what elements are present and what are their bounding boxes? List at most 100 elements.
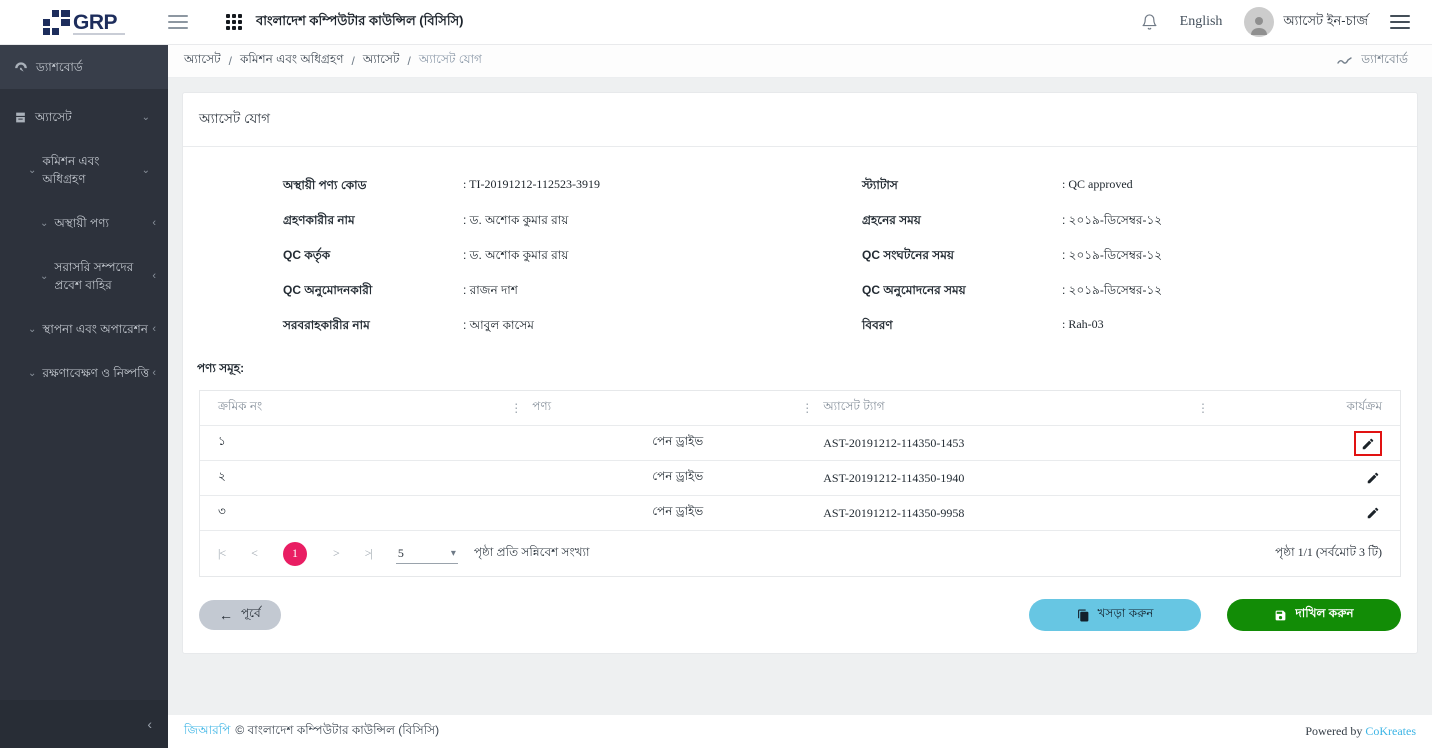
pagination-prev-button[interactable]: < (251, 546, 257, 561)
breadcrumb-separator: / (351, 54, 354, 68)
sidebar-item-maintenance-disposal[interactable]: ⌄ রক্ষণাবেক্ষণ ও নিষ্পত্তি ‹ (0, 351, 168, 395)
edit-pencil-icon[interactable] (1364, 469, 1382, 487)
table-row: ২ পেন ড্রাইভ AST-20191212-114350-1940 (200, 461, 1400, 496)
detail-value: : ২০১৯-ডিসেম্বর-১২ (1062, 247, 1162, 267)
product-cell: পেন ড্রাইভ (532, 503, 823, 523)
breadcrumb-item[interactable]: অ্যাসেট (184, 51, 221, 71)
user-menu[interactable]: অ্যাসেট ইন-চার্জ (1244, 7, 1368, 37)
sidebar-toggle-icon[interactable] (168, 15, 188, 29)
sidebar-item-label: সরাসরি সম্পদের প্রবেশ বাহির (54, 258, 152, 294)
table-row: ১ পেন ড্রাইভ AST-20191212-114350-1453 (200, 426, 1400, 461)
chevron-down-icon: ⌄ (40, 269, 48, 284)
serial-cell: ১ (218, 433, 226, 453)
main-area: অ্যাসেট / কমিশন এবং অধিগ্রহণ / অ্যাসেট /… (168, 45, 1432, 748)
breadcrumb-item[interactable]: অ্যাসেট (363, 51, 400, 71)
detail-value: : আবুল কাসেম (463, 317, 534, 337)
chevron-left-icon: ‹ (152, 268, 156, 285)
sidebar-item-label: অ্যাসেট (35, 108, 142, 126)
chevron-left-icon: ‹ (152, 365, 156, 382)
sidebar-item-commission-acquisition[interactable]: ⌄ কমিশন এবং অধিগ্রহণ ⌄ (0, 139, 168, 201)
language-switcher[interactable]: English (1180, 14, 1223, 30)
column-header: পণ্য (532, 398, 551, 418)
page-title: অ্যাসেট যোগ (183, 93, 1417, 147)
pagination-first-button[interactable]: |< (218, 546, 225, 561)
breadcrumb-separator: / (229, 54, 232, 68)
dashboard-link-label: ড্যাশবোর্ড (1361, 51, 1408, 71)
previous-button-label: পূর্বে (241, 605, 261, 625)
asset-tag-cell: AST-20191212-114350-1453 (823, 436, 1219, 451)
sidebar-item-label: কমিশন এবং অধিগ্রহণ (42, 152, 141, 188)
sidebar-item-asset[interactable]: অ্যাসেট ⌄ (0, 95, 168, 139)
table-row: ৩ পেন ড্রাইভ AST-20191212-114350-9958 (200, 496, 1400, 531)
back-arrow-icon: ← (219, 607, 233, 623)
pagination-summary: পৃষ্ঠা 1/1 (সর্বমোট 3 টি) (1275, 544, 1382, 564)
sidebar-item-label: ড্যাশবোর্ড (36, 58, 156, 76)
detail-label: গ্রহনের সময় (862, 212, 1062, 232)
sidebar-item-temporary-goods[interactable]: ⌄ অস্থায়ী পণ্য ‹ (0, 201, 168, 245)
breadcrumb-item[interactable]: কমিশন এবং অধিগ্রহণ (240, 51, 344, 71)
detail-value: : QC approved (1062, 177, 1133, 197)
sidebar-item-dashboard[interactable]: ড্যাশবোর্ড (0, 45, 168, 89)
grp-logo[interactable]: GRP (0, 10, 168, 35)
submit-button-label: দাখিল করুন (1295, 605, 1353, 625)
sidebar-item-direct-asset-entry[interactable]: ⌄ সরাসরি সম্পদের প্রবেশ বাহির ‹ (0, 245, 168, 307)
save-floppy-icon (1274, 609, 1287, 622)
breadcrumb-separator: / (407, 54, 410, 68)
save-draft-button[interactable]: খসড়া করুন (1029, 599, 1201, 631)
items-section-label: পণ্য সমূহ: (197, 360, 1401, 380)
detail-label: QC কর্তৃক (283, 247, 463, 267)
previous-button[interactable]: ← পূর্বে (199, 600, 281, 630)
column-menu-icon[interactable]: ⋮ (1187, 401, 1219, 415)
detail-value: : ২০১৯-ডিসেম্বর-১২ (1062, 212, 1162, 232)
serial-cell: ২ (218, 468, 226, 488)
column-menu-icon[interactable]: ⋮ (500, 401, 532, 415)
top-header: GRP বাংলাদেশ কম্পিউটার কাউন্সিল (বিসিসি)… (0, 0, 1432, 45)
asset-tag-cell: AST-20191212-114350-9958 (823, 506, 1219, 521)
page-size-select[interactable]: 5 ▾ (396, 544, 458, 564)
submit-button[interactable]: দাখিল করুন (1227, 599, 1401, 631)
powered-by-label: Powered by (1305, 724, 1362, 738)
detail-label: QC অনুমোদনের সময় (862, 282, 1062, 302)
sidebar-collapse-button[interactable]: ‹ (0, 700, 168, 748)
breadcrumb-current: অ্যাসেট যোগ (419, 51, 482, 71)
column-menu-icon[interactable]: ⋮ (791, 401, 823, 415)
detail-label: QC সংঘটনের সময় (862, 247, 1062, 267)
detail-value: : TI-20191212-112523-3919 (463, 177, 600, 197)
annotation-highlight-box (1354, 431, 1382, 456)
chevron-down-icon: ⌄ (28, 163, 36, 178)
detail-label: অস্থায়ী পণ্য কোড (283, 177, 463, 197)
product-cell: পেন ড্রাইভ (532, 468, 823, 488)
user-role: অ্যাসেট ইন-চার্জ (1283, 12, 1368, 33)
pagination-row: |< < 1 > >| 5 ▾ পৃষ্ঠা প্রতি সন্নিবেশ সং… (200, 531, 1400, 576)
dashboard-link[interactable]: ড্যাশবোর্ড (1337, 51, 1408, 71)
sidebar: ড্যাশবোর্ড অ্যাসেট ⌄ ⌄ কমিশন এবং অধিগ্রহ… (0, 45, 168, 748)
asset-details: অস্থায়ী পণ্য কোড: TI-20191212-112523-39… (199, 161, 1401, 358)
breadcrumb: অ্যাসেট / কমিশন এবং অধিগ্রহণ / অ্যাসেট /… (184, 51, 482, 71)
asset-add-card: অ্যাসেট যোগ অস্থায়ী পণ্য কোড: TI-201912… (182, 92, 1418, 654)
edit-pencil-icon[interactable] (1359, 435, 1377, 453)
sidebar-item-label: স্থাপনা এবং অপারেশন (42, 320, 152, 338)
detail-label: সরবরাহকারীর নাম (283, 317, 463, 337)
pagination-current-page[interactable]: 1 (283, 542, 307, 566)
collapse-chevron-icon: ‹ (147, 716, 152, 732)
detail-label: স্ট্যাটাস (862, 177, 1062, 197)
gauge-icon (14, 60, 28, 74)
column-header: ক্রমিক নং (218, 398, 262, 418)
dropdown-caret-icon: ▾ (451, 548, 456, 559)
cokreates-link[interactable]: CoKreates (1365, 724, 1416, 738)
grp-logo-mark-icon (43, 10, 70, 35)
serial-cell: ৩ (218, 503, 226, 523)
notifications-bell-icon[interactable] (1141, 13, 1158, 31)
chevron-down-icon: ⌄ (142, 163, 150, 178)
apps-grid-icon[interactable] (226, 14, 242, 30)
footer-grp-link[interactable]: জিআরপি (184, 722, 230, 742)
header-menu-icon[interactable] (1390, 15, 1410, 29)
edit-pencil-icon[interactable] (1364, 504, 1382, 522)
sidebar-item-installation-operation[interactable]: ⌄ স্থাপনা এবং অপারেশন ‹ (0, 307, 168, 351)
page-size-value: 5 (398, 546, 404, 561)
pagination-last-button[interactable]: >| (365, 546, 372, 561)
grp-logo-text: GRP (73, 14, 125, 31)
chevron-left-icon: ‹ (152, 321, 156, 338)
save-draft-button-label: খসড়া করুন (1098, 605, 1154, 625)
pagination-next-button[interactable]: > (333, 546, 339, 561)
